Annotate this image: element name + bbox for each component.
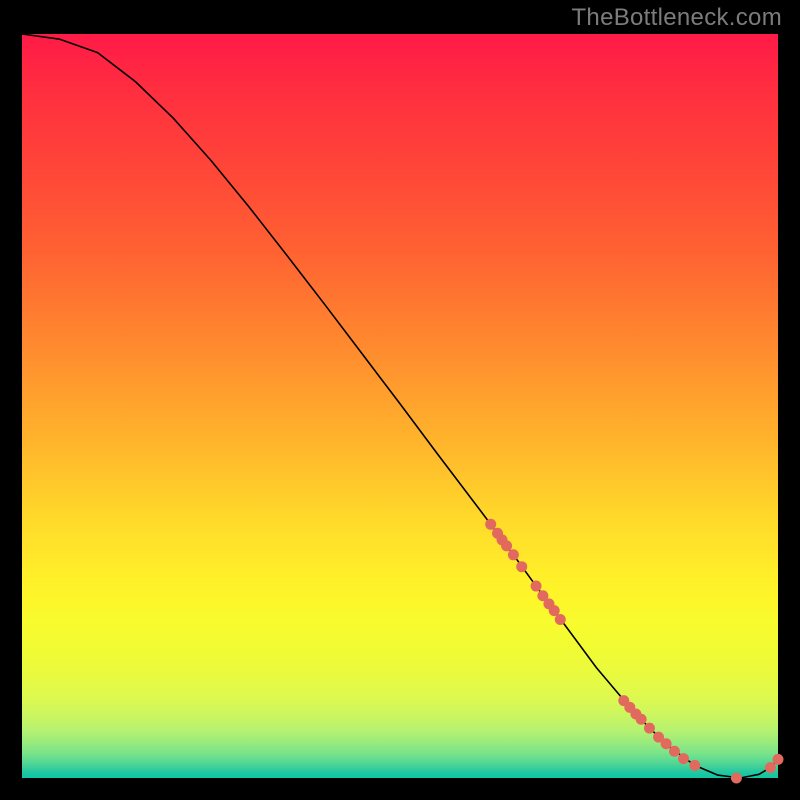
plot-area: [22, 34, 778, 778]
chart-root: TheBottleneck.com: [0, 0, 800, 800]
highlight-dot: [485, 519, 496, 530]
highlight-dot: [765, 762, 776, 773]
highlight-dot: [644, 723, 655, 734]
highlight-dot: [549, 605, 560, 616]
highlight-dots: [485, 519, 783, 784]
highlight-dot: [731, 773, 742, 784]
bottleneck-curve: [22, 34, 778, 778]
highlight-dot: [516, 561, 527, 572]
chart-overlay: [22, 34, 778, 778]
highlight-dot: [678, 753, 689, 764]
highlight-dot: [501, 540, 512, 551]
highlight-dot: [773, 754, 784, 765]
highlight-dot: [555, 614, 566, 625]
highlight-dot: [508, 549, 519, 560]
highlight-dot: [661, 738, 672, 749]
highlight-dot: [669, 746, 680, 757]
watermark-label: TheBottleneck.com: [571, 4, 782, 32]
highlight-dot: [531, 581, 542, 592]
highlight-dot: [689, 760, 700, 771]
highlight-dot: [636, 714, 647, 725]
